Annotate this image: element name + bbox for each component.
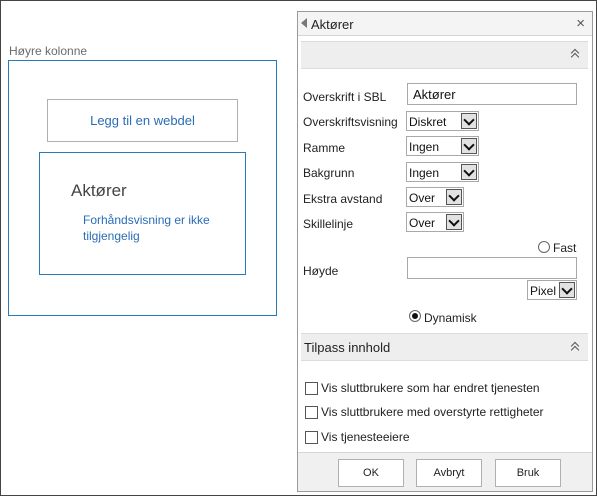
add-webpart-button[interactable]: Legg til en webdel [47,99,238,142]
chevron-down-icon[interactable] [559,282,575,298]
height-fixed-label: Fast [553,241,577,255]
extra-spacing-select[interactable]: Over [406,187,464,207]
frame-value: Ingen [409,140,440,154]
preview-unavailable-message: Forhåndsvisning er ikke tilgjengelig [83,213,210,243]
title-input[interactable] [407,83,577,105]
title-display-select[interactable]: Diskret [406,111,479,131]
extra-spacing-label: Ekstra avstand [303,192,383,206]
collapse-pane-arrow-icon[interactable] [301,18,307,28]
chevron-down-icon[interactable] [446,214,462,230]
extra-spacing-value: Over [409,191,436,205]
checkbox-label: Vis sluttbrukere med overstyrte rettighe… [321,405,544,419]
checkbox-label: Vis tjenesteeiere [321,430,410,444]
title-label: Overskrift i SBL [303,90,387,104]
frame-select[interactable]: Ingen [406,136,479,156]
height-input[interactable] [407,257,577,279]
collapse-chevron-up-icon[interactable] [569,341,582,355]
divider-label: Skillelinje [303,217,354,231]
height-unit-value: Pixel [530,284,557,298]
close-icon[interactable]: × [576,15,585,32]
webpart-title: Aktører [71,181,127,200]
zone-title: Høyre kolonne [9,44,88,58]
height-fixed-radio[interactable] [538,241,550,253]
checkbox-show-service-owners[interactable] [305,431,318,444]
height-dynamic-radio[interactable] [409,310,421,322]
chevron-down-icon[interactable] [461,138,477,154]
tool-pane: Aktører × Overskrift i SBL Overskriftsvi… [297,11,593,492]
apply-button[interactable]: Bruk [495,459,561,487]
height-label: Høyde [303,264,339,278]
background-value: Ingen [409,166,440,180]
collapse-chevron-up-icon[interactable] [569,48,582,62]
cancel-button[interactable]: Avbryt [416,459,482,487]
chevron-down-icon[interactable] [461,113,477,129]
section-appearance-header[interactable] [301,41,588,69]
divider-select[interactable]: Over [406,212,464,232]
checkbox-label: Vis sluttbrukere som har endret tjeneste… [321,381,540,395]
ok-button[interactable]: OK [338,459,404,487]
tool-pane-footer: OK Avbryt Bruk [298,452,592,491]
title-display-label: Overskriftsvisning [303,115,398,129]
chevron-down-icon[interactable] [446,189,462,205]
chevron-down-icon[interactable] [461,164,477,180]
webpart-preview[interactable]: Aktører Forhåndsvisning er ikke tilgjeng… [39,152,246,275]
section-content-title: Tilpass innhold [304,340,391,355]
checkbox-show-modifying-users[interactable] [305,382,318,395]
frame-label: Ramme [303,141,346,155]
height-dynamic-label: Dynamisk [424,311,477,325]
background-select[interactable]: Ingen [406,162,479,182]
title-display-value: Diskret [409,115,447,129]
section-content-header[interactable]: Tilpass innhold [301,333,588,361]
background-label: Bakgrunn [303,166,355,180]
tool-pane-header: Aktører × [298,12,592,36]
divider-value: Over [409,216,436,230]
checkbox-show-overridden-rights[interactable] [305,406,318,419]
height-unit-select[interactable]: Pixel [527,280,577,300]
tool-pane-title: Aktører [311,17,354,32]
